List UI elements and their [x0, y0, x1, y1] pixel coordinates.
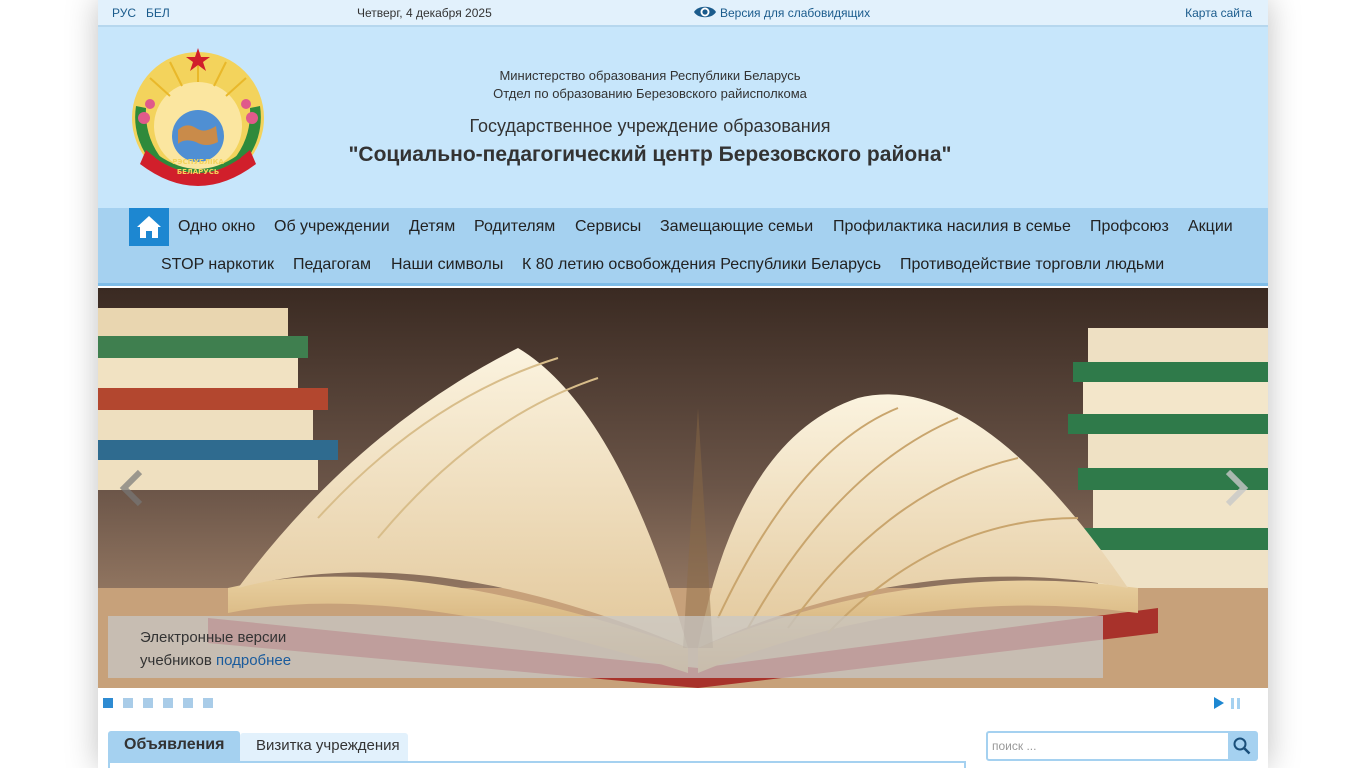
slider-dot[interactable]	[143, 698, 153, 708]
caption-more-link[interactable]: подробнее	[216, 652, 291, 669]
lang-be-link[interactable]: БЕЛ	[146, 6, 170, 20]
caption-line-1: Электронные версии	[140, 629, 287, 646]
page-container: РУС БЕЛ Четверг, 4 декабря 2025 Версия д…	[98, 0, 1268, 768]
nav-item-foster-families[interactable]: Замещающие семьи	[660, 218, 813, 236]
ministry-line-1: Министерство образования Республики Бела…	[499, 68, 801, 83]
nav-item-teachers[interactable]: Педагогам	[293, 256, 371, 274]
slider-dot[interactable]	[203, 698, 213, 708]
ministry-block: Министерство образования Республики Бела…	[98, 67, 1202, 103]
play-icon[interactable]	[1213, 697, 1225, 709]
slider-prev-arrow[interactable]	[116, 468, 148, 508]
low-vision-link[interactable]: Версия для слабовидящих	[693, 3, 870, 21]
slider-dot[interactable]	[163, 698, 173, 708]
lang-ru-link[interactable]: РУС	[112, 6, 136, 20]
ministry-line-2: Отдел по образованию Березовского райисп…	[493, 86, 807, 101]
page-title: "Социально-педагогический центр Березовс…	[348, 143, 952, 166]
site-header: РЭСПУБЛІКА БЕЛАРУСЬ Министерство образов…	[98, 27, 1268, 208]
current-date: Четверг, 4 декабря 2025	[357, 6, 492, 20]
nav-item-about[interactable]: Об учреждении	[274, 218, 390, 236]
tab-announcements[interactable]: Объявления	[108, 731, 240, 762]
tab-panel	[108, 761, 966, 768]
slider-dots	[103, 698, 223, 708]
main-nav: Одно окно Об учреждении Детям Родителям …	[98, 208, 1268, 286]
caption-line-2: учебников подробнее	[140, 649, 291, 672]
nav-item-80-years[interactable]: К 80 летию освобождения Республики Белар…	[522, 256, 881, 274]
search-icon	[1233, 737, 1251, 755]
sitemap-link[interactable]: Карта сайта	[1185, 6, 1252, 20]
nav-item-parents[interactable]: Родителям	[474, 218, 555, 236]
nav-item-anti-trafficking[interactable]: Противодействие торговли людьми	[900, 256, 1164, 274]
eye-icon	[694, 6, 716, 18]
slider-dot[interactable]	[103, 698, 113, 708]
top-bar: РУС БЕЛ Четверг, 4 декабря 2025 Версия д…	[98, 0, 1268, 27]
emblem-text-bottom: БЕЛАРУСЬ	[177, 168, 219, 176]
slider-dot[interactable]	[123, 698, 133, 708]
image-slider: Электронные версии учебников подробнее	[98, 288, 1268, 688]
tab-institution-card[interactable]: Визитка учреждения	[240, 733, 408, 761]
slider-next-arrow[interactable]	[1220, 468, 1252, 508]
nav-item-actions[interactable]: Акции	[1188, 218, 1233, 236]
search-box	[986, 731, 1258, 761]
nav-item-children[interactable]: Детям	[409, 218, 455, 236]
search-input[interactable]	[988, 733, 1228, 759]
nav-item-services[interactable]: Сервисы	[575, 218, 641, 236]
nav-item-one-window[interactable]: Одно окно	[178, 218, 255, 236]
home-button[interactable]	[129, 208, 169, 246]
low-vision-label: Версия для слабовидящих	[720, 6, 871, 20]
home-icon	[137, 216, 161, 238]
org-type: Государственное учреждение образования	[469, 116, 831, 136]
slide-caption-text: Электронные версии учебников подробнее	[140, 626, 291, 672]
nav-item-violence-prevention[interactable]: Профилактика насилия в семье	[833, 218, 1071, 236]
caption-line-2-text: учебников	[140, 652, 212, 669]
search-button[interactable]	[1228, 733, 1256, 759]
nav-item-symbols[interactable]: Наши символы	[391, 256, 503, 274]
slide-caption: Электронные версии учебников подробнее	[108, 616, 1103, 678]
slider-dot[interactable]	[183, 698, 193, 708]
nav-item-trade-union[interactable]: Профсоюз	[1090, 218, 1169, 236]
pause-icon[interactable]	[1231, 698, 1241, 709]
nav-item-stop-drugs[interactable]: STOP наркотик	[161, 256, 274, 274]
